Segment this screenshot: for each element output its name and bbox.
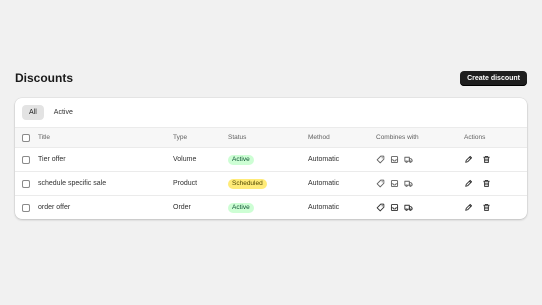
discount-method: Automatic	[308, 204, 340, 211]
table-header: Title Type Status Method Combines with A…	[15, 127, 527, 147]
status-badge: Active	[228, 154, 254, 165]
discount-title[interactable]: schedule specific sale	[38, 172, 106, 195]
tab-active[interactable]: Active	[47, 105, 80, 120]
discounts-card: All Active Title Type Status Method Comb…	[15, 98, 527, 219]
column-type: Type	[173, 134, 188, 141]
tab-all[interactable]: All	[22, 105, 44, 120]
edit-icon[interactable]	[464, 203, 473, 212]
column-title: Title	[38, 134, 51, 141]
truck-icon	[404, 203, 413, 212]
truck-icon	[404, 179, 413, 188]
trash-icon[interactable]	[482, 155, 491, 164]
truck-icon	[404, 155, 413, 164]
row-checkbox[interactable]	[22, 155, 30, 164]
column-combines-with: Combines with	[376, 134, 419, 141]
trash-icon[interactable]	[482, 179, 491, 188]
tag-icon	[376, 203, 385, 212]
trash-icon[interactable]	[482, 203, 491, 212]
table-row[interactable]: order offer Order Active Automatic	[15, 195, 527, 219]
box-icon	[390, 155, 399, 164]
combines-with-icons	[376, 196, 413, 219]
column-method: Method	[308, 134, 330, 141]
box-icon	[390, 203, 399, 212]
status-badge: Active	[228, 202, 254, 213]
discount-method: Automatic	[308, 156, 340, 163]
row-actions	[464, 172, 491, 195]
edit-icon[interactable]	[464, 155, 473, 164]
row-checkbox[interactable]	[22, 203, 30, 212]
edit-icon[interactable]	[464, 179, 473, 188]
tag-icon	[376, 155, 385, 164]
combines-with-icons	[376, 172, 413, 195]
discount-type: Product	[173, 180, 198, 187]
discount-method: Automatic	[308, 180, 340, 187]
select-all-checkbox[interactable]	[22, 133, 30, 142]
row-actions	[464, 148, 491, 171]
combines-with-icons	[376, 148, 413, 171]
table-row[interactable]: schedule specific sale Product Scheduled…	[15, 171, 527, 195]
box-icon	[390, 179, 399, 188]
filter-tabs: All Active	[15, 98, 527, 127]
column-status: Status	[228, 134, 247, 141]
discount-title[interactable]: order offer	[38, 196, 70, 219]
page-title: Discounts	[15, 71, 74, 85]
tag-icon	[376, 179, 385, 188]
discount-type: Order	[173, 204, 191, 211]
row-checkbox[interactable]	[22, 179, 30, 188]
row-actions	[464, 196, 491, 219]
discount-type: Volume	[173, 156, 197, 163]
column-actions: Actions	[464, 134, 486, 141]
discount-title[interactable]: Tier offer	[38, 148, 66, 171]
status-badge: Scheduled	[228, 178, 267, 189]
table-row[interactable]: Tier offer Volume Active Automatic	[15, 147, 527, 171]
create-discount-button[interactable]: Create discount	[460, 71, 527, 86]
